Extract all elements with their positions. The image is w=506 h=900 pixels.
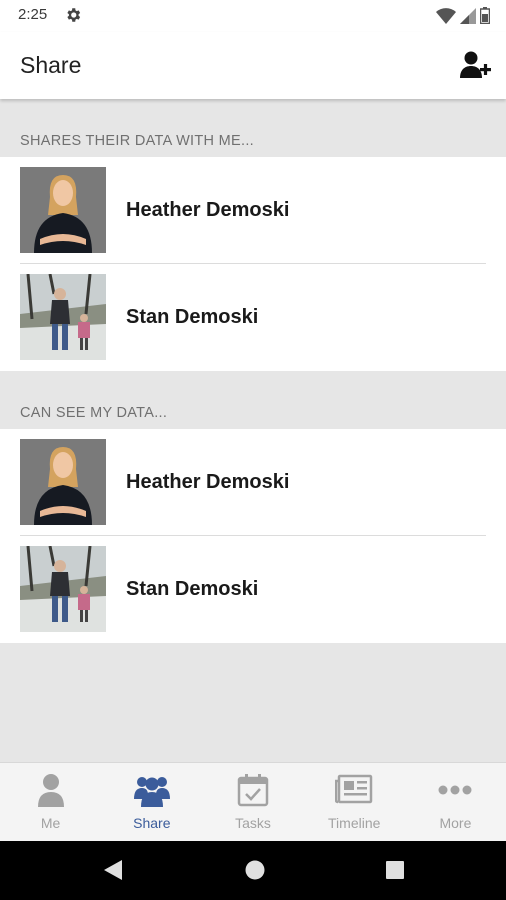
home-icon[interactable]	[244, 859, 266, 881]
avatar	[20, 167, 106, 253]
section-title: CAN SEE MY DATA...	[20, 405, 168, 421]
back-icon[interactable]	[102, 859, 124, 881]
system-navigation-bar	[0, 841, 506, 900]
can-see-my-data-list: Heather Demoski Stan Demoski	[0, 429, 506, 643]
status-bar: 2:25	[0, 0, 506, 32]
newspaper-icon	[335, 774, 373, 804]
nav-label: Tasks	[235, 815, 271, 831]
status-time: 2:25	[18, 6, 48, 23]
person-name: Stan Demoski	[126, 306, 259, 328]
signal-icon	[460, 7, 476, 24]
person-icon	[37, 774, 64, 807]
group-icon	[133, 777, 170, 807]
nav-tasks[interactable]: Tasks	[202, 763, 303, 842]
nav-me[interactable]: Me	[0, 763, 101, 842]
person-row[interactable]: Heather Demoski	[0, 429, 506, 536]
shares-with-me-list: Heather Demoski Stan Demoski	[0, 157, 506, 371]
calendar-check-icon	[237, 774, 269, 807]
person-name: Heather Demoski	[126, 471, 290, 493]
section-header-can-see-my-data: CAN SEE MY DATA...	[0, 371, 506, 429]
section-header-shares-with-me: SHARES THEIR DATA WITH ME...	[0, 99, 506, 157]
person-row[interactable]: Heather Demoski	[0, 157, 506, 264]
app-bar: Share	[0, 32, 506, 99]
battery-icon	[480, 7, 490, 24]
bottom-navigation: Me Share Tasks Timeline More	[0, 762, 506, 842]
page-title: Share	[20, 52, 82, 78]
more-dots-icon	[438, 785, 472, 795]
person-name: Heather Demoski	[126, 199, 290, 221]
section-title: SHARES THEIR DATA WITH ME...	[20, 133, 254, 149]
person-name: Stan Demoski	[126, 578, 259, 600]
nav-label: More	[439, 815, 472, 831]
nav-label: Timeline	[328, 815, 381, 831]
wifi-icon	[436, 7, 456, 24]
nav-share[interactable]: Share	[101, 763, 202, 842]
recents-icon[interactable]	[384, 859, 406, 881]
add-user-icon	[460, 51, 491, 78]
gear-icon	[64, 6, 82, 29]
nav-timeline[interactable]: Timeline	[304, 763, 405, 842]
nav-label: Me	[40, 815, 61, 831]
add-user-button[interactable]	[460, 50, 492, 80]
person-row[interactable]: Stan Demoski	[0, 536, 506, 643]
avatar	[20, 546, 106, 632]
nav-label: Share	[133, 815, 171, 831]
avatar	[20, 274, 106, 360]
nav-more[interactable]: More	[405, 763, 506, 842]
person-row[interactable]: Stan Demoski	[0, 264, 506, 371]
avatar	[20, 439, 106, 525]
